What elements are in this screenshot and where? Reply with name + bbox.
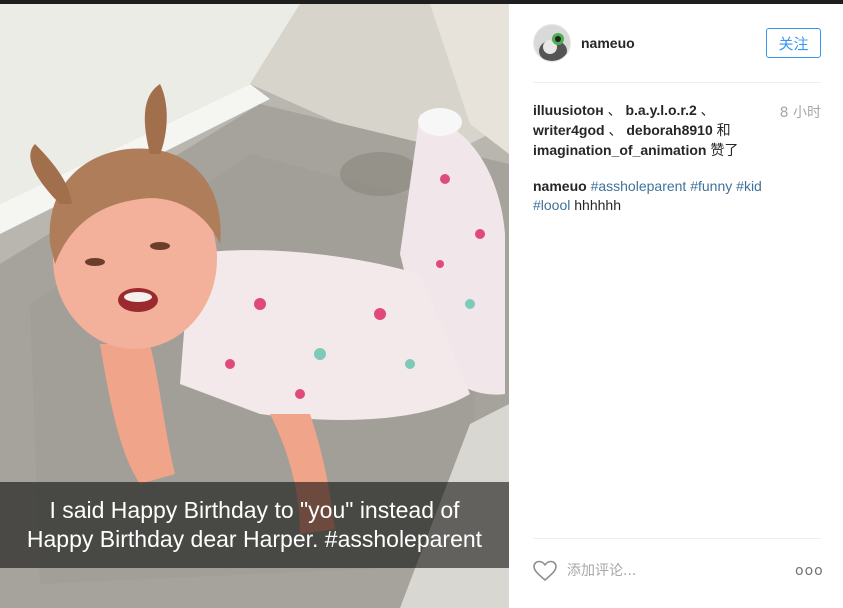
liker-link[interactable]: writer4god [533, 122, 605, 138]
likes-summary: illuusiotoн 、 b.a.y.l.o.r.2 、 writer4god… [533, 101, 765, 161]
post-photo[interactable]: I said Happy Birthday to "you" instead o… [0, 4, 509, 608]
post-side-panel: nameuo 关注 illuusiotoн 、 b.a.y.l.o.r.2 、 … [509, 4, 843, 608]
comment-author-link[interactable]: nameuo [533, 178, 587, 194]
liker-link[interactable]: imagination_of_animation [533, 142, 706, 158]
hashtag-link[interactable]: #funny [690, 178, 732, 194]
liker-link[interactable]: illuusiotoн [533, 102, 604, 118]
liker-link[interactable]: deborah8910 [626, 122, 712, 138]
liker-separator: 、 [700, 103, 715, 119]
caption-comment: nameuo #assholeparent #funny #kid #loool… [533, 177, 793, 215]
comment-text: hhhhhh [574, 197, 621, 213]
caption-overlay-text: I said Happy Birthday to "you" instead o… [26, 497, 483, 552]
username-link[interactable]: nameuo [581, 35, 635, 51]
liker-link[interactable]: b.a.y.l.o.r.2 [625, 102, 696, 118]
liker-separator: 、 [608, 123, 623, 139]
likes-and-word: 和 [716, 123, 731, 139]
avatar-image [534, 25, 570, 61]
avatar[interactable] [533, 24, 571, 62]
likes-suffix: 赞了 [710, 143, 739, 159]
more-options-icon[interactable]: ooo [795, 560, 823, 582]
action-bar: 添加评论... ooo [533, 552, 823, 592]
hashtag-link[interactable]: #assholeparent [591, 178, 687, 194]
post-timestamp[interactable]: 8 小时 [780, 102, 821, 122]
hashtag-link[interactable]: #loool [533, 197, 570, 213]
follow-button[interactable]: 关注 [766, 28, 821, 58]
actions-divider [533, 538, 821, 539]
post-header: nameuo 关注 [533, 22, 821, 66]
hashtag-link[interactable]: #kid [736, 178, 762, 194]
liker-separator: 、 [607, 103, 622, 119]
header-divider [533, 82, 821, 83]
instagram-post: I said Happy Birthday to "you" instead o… [0, 0, 843, 608]
heart-outline-icon[interactable] [533, 560, 557, 582]
add-comment-input[interactable]: 添加评论... [567, 560, 767, 582]
caption-overlay-band: I said Happy Birthday to "you" instead o… [0, 482, 509, 568]
